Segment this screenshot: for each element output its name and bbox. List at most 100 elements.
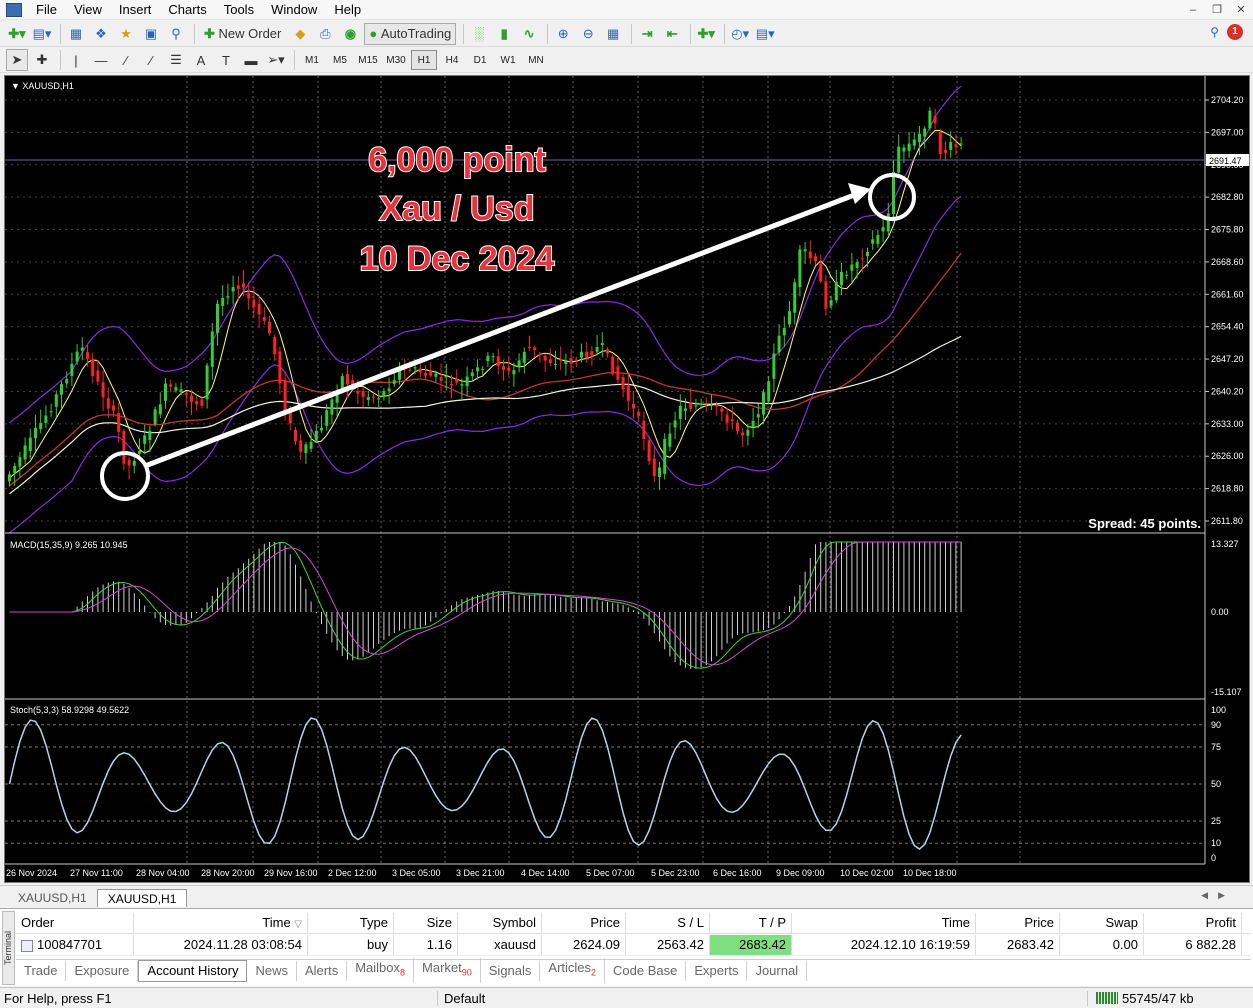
templates-icon[interactable]: ▤▾ — [754, 23, 776, 45]
data-window-icon[interactable]: ❖ — [90, 23, 112, 45]
col-close-price[interactable]: Price — [976, 913, 1060, 933]
timeframe-d1[interactable]: D1 — [467, 50, 493, 70]
table-row[interactable]: 100847701 2024.11.28 03:08:54 buy 1.16 x… — [16, 935, 1251, 956]
time-tick-label: 9 Dec 09:00 — [776, 868, 825, 878]
status-network[interactable]: 55745/47 kb — [1088, 991, 1194, 1006]
col-open-time[interactable]: Time ▽ — [134, 913, 308, 933]
bar-chart-icon[interactable]: ░ — [468, 23, 490, 45]
horizontal-line-icon[interactable]: — — [90, 49, 112, 71]
timeframe-h1[interactable]: H1 — [411, 50, 437, 70]
menu-help[interactable]: Help — [326, 1, 370, 19]
signal-icon[interactable]: ◉ — [339, 23, 361, 45]
restore-icon[interactable]: ❐ — [1205, 0, 1229, 20]
timeframe-mn[interactable]: MN — [523, 50, 549, 70]
price-chart[interactable]: 2704.202697.002690.002682.802675.802668.… — [5, 76, 1250, 883]
candle-body — [611, 356, 615, 374]
col-close-time[interactable]: Time — [792, 913, 976, 933]
timeframe-h4[interactable]: H4 — [439, 50, 465, 70]
vertical-line-icon[interactable]: | — [65, 49, 87, 71]
metaeditor-icon[interactable]: ◆ — [289, 23, 311, 45]
autoscroll-icon[interactable]: ⇥ — [636, 23, 658, 45]
candle-body — [439, 376, 443, 381]
chart-tab[interactable]: XAUUSD,H1 — [8, 889, 97, 907]
line-chart-icon[interactable]: ∿ — [518, 23, 540, 45]
candle-body — [866, 252, 869, 257]
profiles-icon[interactable]: ▤▾ — [31, 23, 53, 45]
tab-journal[interactable]: Journal — [747, 960, 808, 981]
print-icon[interactable]: ⎙ — [314, 23, 336, 45]
indicators-icon[interactable]: ✚▾ — [695, 23, 717, 45]
candle-body — [465, 376, 469, 387]
col-price[interactable]: Price — [542, 913, 626, 933]
navigator-icon[interactable]: ★ — [115, 23, 137, 45]
candle-body — [741, 432, 745, 436]
menu-window[interactable]: Window — [263, 1, 326, 19]
menu-charts[interactable]: Charts — [160, 1, 215, 19]
trendline-icon[interactable]: ∕ — [115, 49, 137, 71]
market-watch-icon[interactable]: ▦ — [65, 23, 87, 45]
tab-scroll-arrows[interactable]: ◀▶ — [1201, 890, 1235, 901]
candle-body — [507, 367, 511, 371]
menu-insert[interactable]: Insert — [111, 1, 161, 19]
autotrading-button[interactable]: ● AutoTrading — [364, 22, 457, 45]
zoom-out-icon[interactable]: ⊖ — [577, 23, 599, 45]
tab-experts[interactable]: Experts — [686, 960, 748, 981]
channel-icon[interactable]: ⁄ — [140, 49, 162, 71]
terminal-icon[interactable]: ▣ — [140, 23, 162, 45]
stoch-tick-label: 25 — [1211, 816, 1221, 826]
tab-code-base[interactable]: Code Base — [605, 960, 687, 981]
menu-view[interactable]: View — [66, 1, 111, 19]
tab-alerts[interactable]: Alerts — [297, 960, 348, 981]
notification-badge[interactable]: 1 — [1227, 24, 1243, 40]
strategy-tester-icon[interactable]: ⚲ — [165, 23, 187, 45]
tab-exposure[interactable]: Exposure — [66, 960, 139, 981]
col-swap[interactable]: Swap — [1060, 913, 1144, 933]
menu-tools[interactable]: Tools — [216, 1, 263, 19]
cursor-icon[interactable]: ➤ — [6, 49, 28, 71]
col-profit[interactable]: Profit — [1144, 913, 1242, 933]
tab-signals[interactable]: Signals — [481, 960, 541, 981]
tile-windows-icon[interactable]: ▦ — [602, 23, 624, 45]
candle-body — [798, 249, 802, 288]
candle-body — [528, 346, 531, 348]
search-icon[interactable]: ⚲ — [1210, 25, 1219, 39]
chart-window[interactable]: 2704.202697.002690.002682.802675.802668.… — [4, 75, 1250, 883]
timeframe-m15[interactable]: M15 — [355, 50, 381, 70]
close-icon[interactable]: ✕ — [1229, 0, 1253, 20]
periods-icon[interactable]: ◴▾ — [729, 23, 751, 45]
timeframe-m1[interactable]: M1 — [299, 50, 325, 70]
tab-account-history[interactable]: Account History — [138, 959, 248, 982]
menu-file[interactable]: File — [28, 1, 66, 19]
crosshair-icon[interactable]: ✚ — [31, 49, 53, 71]
tab-trade[interactable]: Trade — [16, 960, 67, 981]
timeframe-m30[interactable]: M30 — [383, 50, 409, 70]
candle-body — [834, 281, 838, 301]
tab-news[interactable]: News — [247, 960, 297, 981]
connection-bars-icon — [1096, 992, 1118, 1004]
new-chart-icon[interactable]: ✚▾ — [6, 23, 28, 45]
arrows-icon[interactable]: ➢▾ — [265, 49, 287, 71]
tab-articles[interactable]: Articles2 — [540, 958, 606, 983]
fibonacci-icon[interactable]: ☰ — [165, 49, 187, 71]
timeframe-m5[interactable]: M5 — [327, 50, 353, 70]
timeframe-w1[interactable]: W1 — [495, 50, 521, 70]
new-order-button[interactable]: ✚ New Order — [199, 23, 286, 45]
col-order[interactable]: Order — [16, 913, 134, 933]
candlestick-icon[interactable]: ▮ — [493, 23, 515, 45]
text-label-icon[interactable]: T — [215, 49, 237, 71]
col-sl[interactable]: S / L — [626, 913, 710, 933]
col-size[interactable]: Size — [394, 913, 458, 933]
col-symbol[interactable]: Symbol — [458, 913, 542, 933]
app-icon[interactable] — [6, 2, 22, 17]
text-icon[interactable]: A — [190, 49, 212, 71]
col-type[interactable]: Type — [308, 913, 394, 933]
col-tp[interactable]: T / P — [710, 913, 792, 933]
price-tick-label: 2682.80 — [1211, 192, 1244, 202]
tab-mailbox[interactable]: Mailbox8 — [347, 958, 415, 983]
minimize-icon[interactable]: – — [1181, 0, 1205, 20]
shape-icon[interactable]: ▬ — [240, 49, 262, 71]
tab-market[interactable]: Market90 — [414, 958, 481, 983]
zoom-in-icon[interactable]: ⊕ — [552, 23, 574, 45]
chart-tab-active[interactable]: XAUUSD,H1 — [96, 889, 188, 907]
chart-shift-icon[interactable]: ⇤ — [661, 23, 683, 45]
